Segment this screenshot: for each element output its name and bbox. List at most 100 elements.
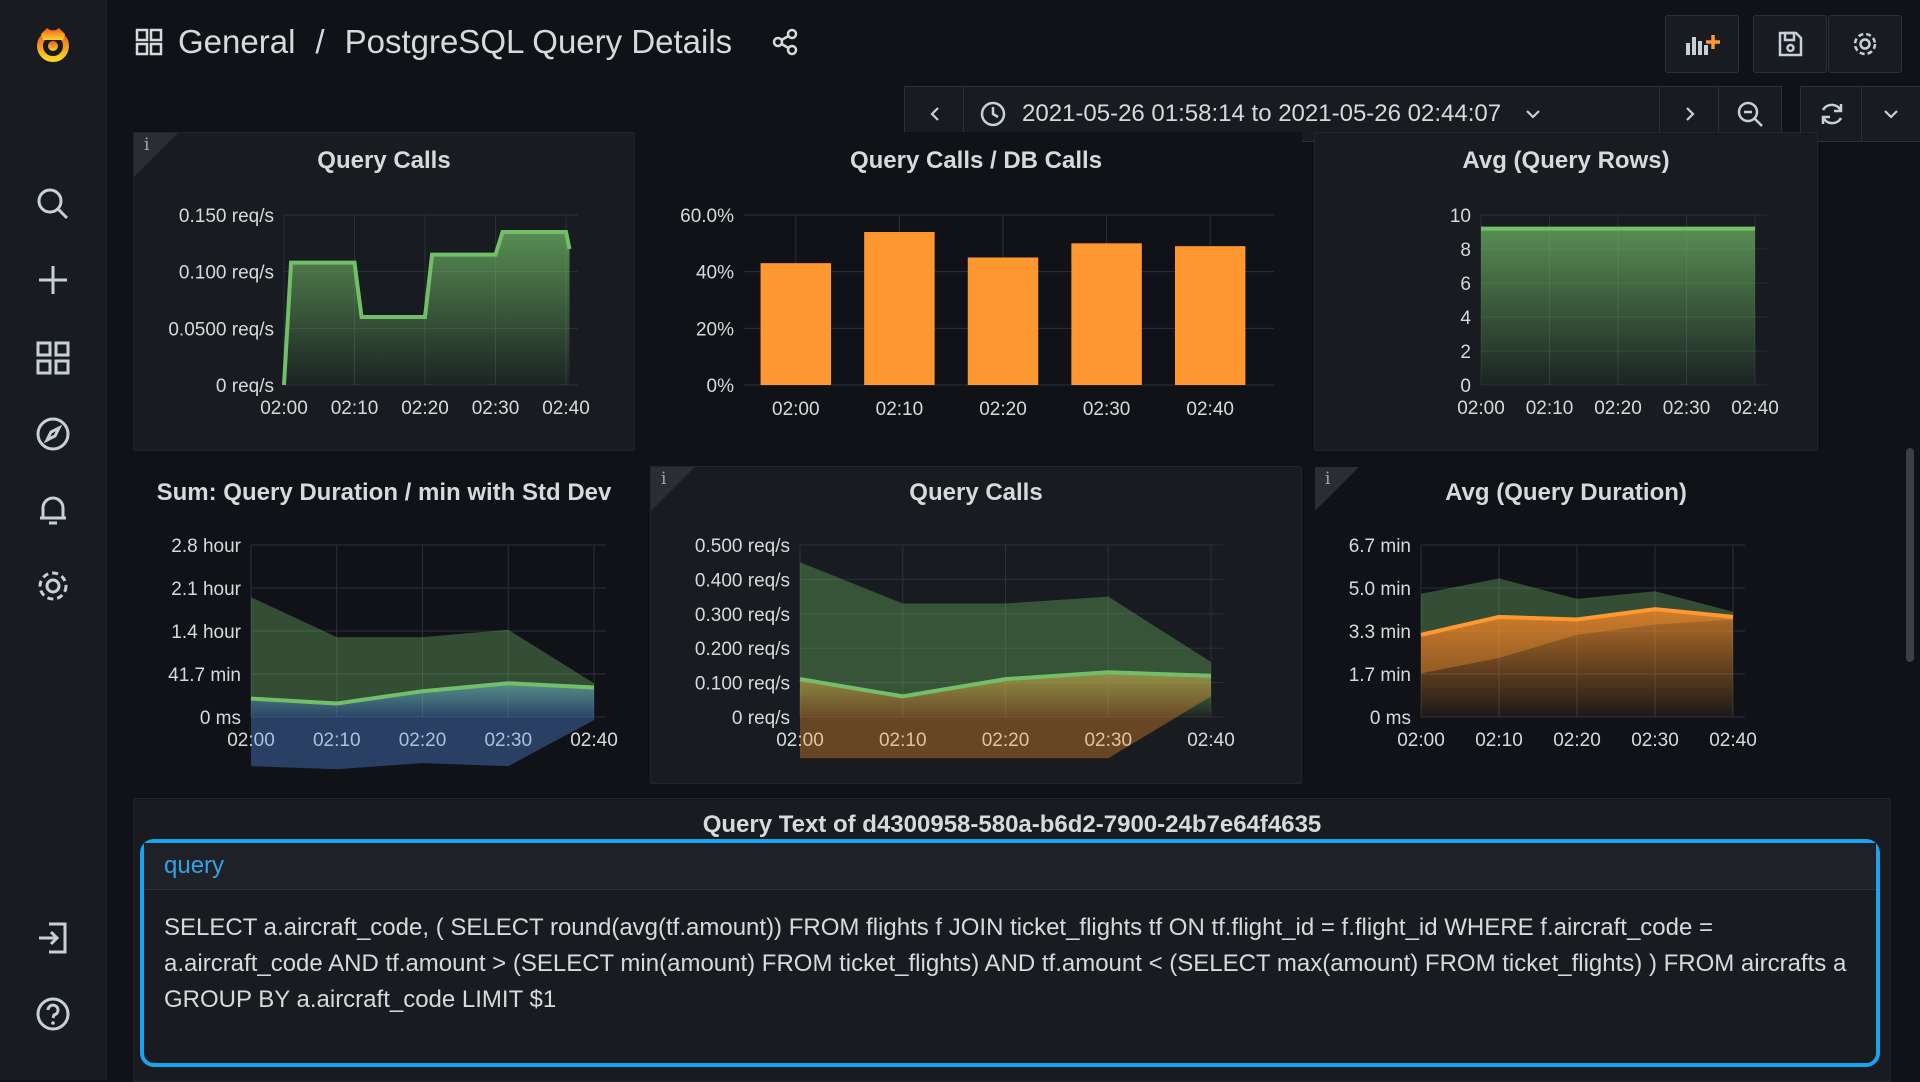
breadcrumb-separator: / (315, 23, 325, 60)
y-tick-label: 0.150 req/s (179, 206, 274, 227)
sidebar (0, 0, 107, 1080)
add-panel-button[interactable] (1665, 15, 1739, 73)
x-tick-label: 02:30 (1083, 399, 1131, 420)
breadcrumb: General / PostgreSQL Query Details (134, 20, 800, 64)
y-tick-label: 40% (696, 263, 734, 284)
y-tick-label: 41.7 min (168, 665, 241, 686)
zoom-out-icon (1737, 101, 1763, 127)
x-tick-label: 02:40 (570, 730, 618, 751)
bar (760, 263, 832, 385)
y-tick-label: 0.100 req/s (179, 263, 274, 284)
sign-in-icon[interactable] (23, 908, 83, 968)
x-tick-label: 02:10 (1475, 730, 1523, 751)
y-tick-label: 6 (1460, 274, 1471, 295)
refresh-interval-dropdown[interactable] (1861, 86, 1920, 142)
x-tick-label: 02:40 (1187, 730, 1235, 751)
y-tick-label: 0 req/s (732, 708, 790, 729)
panel-query-text[interactable]: Query Text of d4300958-580a-b6d2-7900-24… (133, 798, 1891, 1082)
chart-query-calls-bottom: 0 req/s 0.100 req/s 0.200 req/s 0.300 req/s… (695, 536, 1235, 759)
x-tick-label: 02:30 (1663, 398, 1711, 419)
time-range-label: 2021-05-26 01:58:14 to 2021-05-26 02:44:… (1022, 100, 1502, 127)
y-tick-label: 0.200 req/s (695, 639, 790, 660)
chart-avg-query-duration: 0 ms 1.7 min 3.3 min 5.0 min 6.7 min 02:00 02:… (1349, 536, 1757, 751)
search-icon[interactable] (23, 174, 83, 234)
y-tick-label: 5.0 min (1349, 579, 1411, 600)
x-tick-label: 02:00 (772, 399, 820, 420)
x-tick-label: 02:20 (1594, 398, 1642, 419)
x-tick-label: 02:40 (542, 398, 590, 419)
x-tick-label: 02:20 (401, 398, 449, 419)
grafana-logo-icon[interactable] (23, 14, 83, 74)
share-icon[interactable] (770, 27, 800, 57)
y-tick-label: 0.500 req/s (695, 536, 790, 557)
x-tick-label: 02:30 (1631, 730, 1679, 751)
panel-sum-query-duration[interactable]: Sum: Query Duration / min with Std Dev 0… (133, 466, 635, 784)
y-tick-label: 0.100 req/s (695, 674, 790, 695)
y-tick-label: 1.7 min (1349, 665, 1411, 686)
refresh-icon (1821, 103, 1843, 125)
chart-sum-query-duration: 0 ms41.7 min1.4 hour2.1 hour2.8 hour02:0… (168, 536, 618, 770)
series-area (1481, 228, 1755, 385)
x-tick-label: 02:00 (1457, 398, 1505, 419)
y-tick-label: 0 ms (200, 708, 241, 729)
y-tick-label: 0 (1460, 376, 1471, 397)
y-tick-label: 2 (1460, 342, 1471, 363)
plus-icon[interactable] (23, 250, 83, 310)
query-table: query SELECT a.aircraft_code, ( SELECT r… (140, 839, 1880, 1067)
y-tick-label: 60.0% (680, 206, 734, 227)
panel-query-calls-bottom[interactable]: i Query Calls 0 req/s 0.100 req/s 0.200 re… (650, 466, 1302, 784)
panel-avg-query-duration[interactable]: i Avg (Query Duration) 0 ms 1.7 min 3.3 mi… (1314, 466, 1818, 784)
x-tick-label: 02:20 (979, 399, 1027, 420)
y-tick-label: 0.0500 req/s (168, 319, 274, 340)
x-tick-label: 02:10 (331, 398, 379, 419)
panel-query-calls-db-calls[interactable]: Query Calls / DB Calls 0% 20% 40% 60.0% 02:0… (650, 132, 1302, 451)
dashboards-icon[interactable] (23, 328, 83, 388)
bar (1174, 246, 1246, 385)
bar (1071, 243, 1142, 385)
y-tick-label: 0.300 req/s (695, 605, 790, 626)
x-tick-label: 02:40 (1709, 730, 1757, 751)
chart-avg-query-rows: 0 2 4 6 8 10 02:00 02:10 02:20 02:30 02:40 (1450, 206, 1779, 419)
y-tick-label: 8 (1460, 240, 1471, 261)
settings-icon[interactable] (23, 556, 83, 616)
column-header-query[interactable]: query (164, 852, 224, 880)
chevron-right-icon (1686, 107, 1695, 121)
dashboards-icon (134, 27, 164, 57)
query-text-cell: SELECT a.aircraft_code, ( SELECT round(a… (164, 914, 1847, 1013)
y-tick-label: 2.8 hour (171, 536, 241, 557)
x-tick-label: 02:10 (876, 399, 924, 420)
chevron-down-icon (1884, 110, 1898, 119)
y-tick-label: 6.7 min (1349, 536, 1411, 557)
bar (967, 257, 1039, 385)
y-tick-label: 4 (1460, 308, 1471, 329)
x-tick-label: 02:30 (472, 398, 520, 419)
panel-query-calls-top[interactable]: i Query Calls 0 req/s 0.0500 req/s 0.100 r… (133, 132, 635, 451)
clock-icon (980, 101, 1006, 127)
panel-avg-query-rows[interactable]: Avg (Query Rows) 0 2 4 6 8 10 02:00 02:10 02:20 0… (1314, 132, 1818, 451)
scrollbar[interactable] (1906, 448, 1914, 662)
chevron-left-icon (930, 107, 939, 121)
help-icon[interactable] (23, 984, 83, 1044)
y-tick-label: 0 req/s (216, 376, 274, 397)
chevron-down-icon (1526, 110, 1540, 119)
y-tick-label: 0 ms (1370, 708, 1411, 729)
y-tick-label: 10 (1450, 206, 1471, 227)
page-title[interactable]: PostgreSQL Query Details (345, 23, 733, 61)
x-tick-label: 02:40 (1186, 399, 1234, 420)
y-tick-label: 1.4 hour (171, 622, 241, 643)
x-tick-label: 02:40 (1731, 398, 1779, 419)
dashboard-settings-button[interactable] (1828, 15, 1902, 73)
alerting-icon[interactable] (23, 480, 83, 540)
y-tick-label: 0% (707, 376, 735, 397)
bar (864, 232, 935, 385)
x-tick-label: 02:10 (1526, 398, 1574, 419)
x-tick-label: 02:20 (1553, 730, 1601, 751)
explore-icon[interactable] (23, 404, 83, 464)
table-header[interactable]: query (144, 843, 1876, 890)
y-tick-label: 3.3 min (1349, 622, 1411, 643)
save-dashboard-button[interactable] (1753, 15, 1827, 73)
chart-query-calls: 0 req/s 0.0500 req/s 0.100 req/s 0.150 req/… (168, 206, 590, 419)
breadcrumb-folder[interactable]: General (178, 23, 295, 61)
x-tick-label: 02:00 (1397, 730, 1445, 751)
x-tick-label: 02:00 (260, 398, 308, 419)
